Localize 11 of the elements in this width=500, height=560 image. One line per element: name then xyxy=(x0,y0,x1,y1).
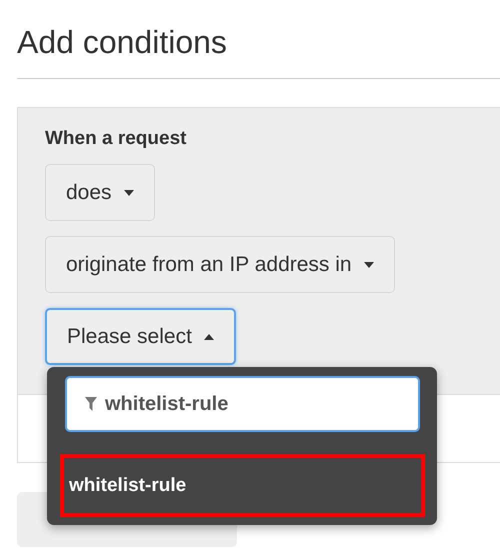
filter-icon xyxy=(85,397,97,411)
select-button[interactable]: does xyxy=(45,164,155,221)
page-heading: Add conditions xyxy=(17,24,228,60)
caret-icon xyxy=(124,190,134,196)
select-button[interactable]: Please select xyxy=(45,308,236,365)
caret-icon xyxy=(364,262,374,268)
select-button[interactable]: originate from an IP address in xyxy=(45,236,395,293)
condition-label: When a request xyxy=(45,128,188,150)
filter-field[interactable]: whitelist-rule xyxy=(65,376,420,432)
caret-icon xyxy=(204,334,214,340)
dropdown-option[interactable]: whitelist-rule xyxy=(60,454,425,517)
